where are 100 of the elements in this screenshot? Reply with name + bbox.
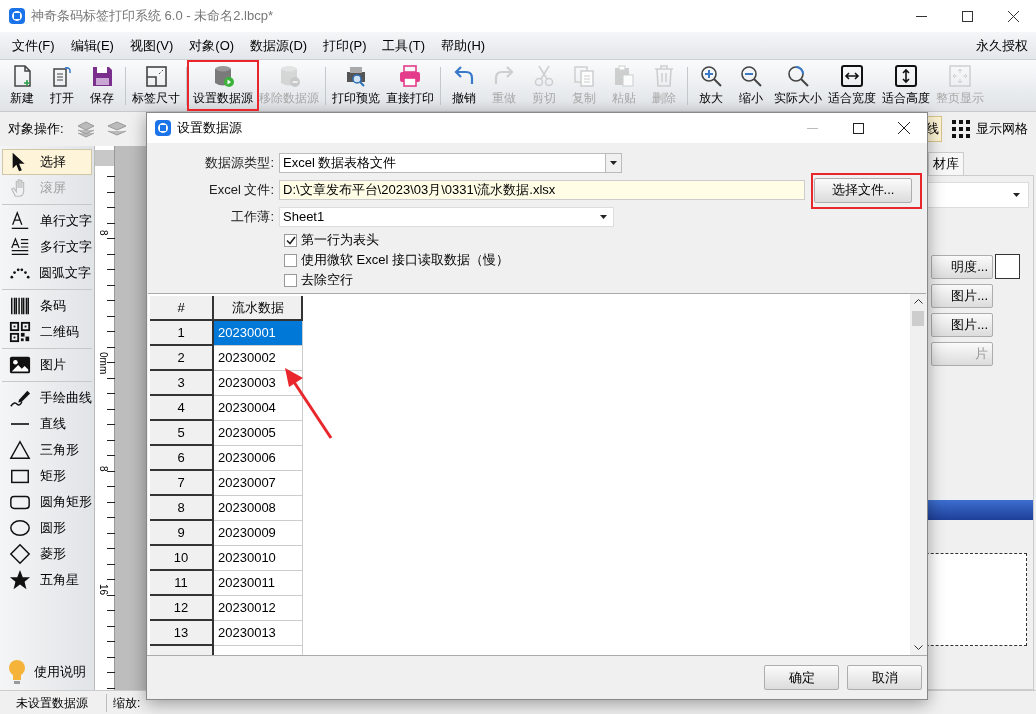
color-swatch[interactable] [995, 254, 1020, 279]
tool-button[interactable]: 多行文字 [2, 234, 92, 260]
panel-tab[interactable]: 材库 [928, 152, 964, 175]
maximize-icon [852, 122, 864, 134]
tool-button[interactable]: 直线 [2, 411, 92, 437]
copy-icon [572, 64, 596, 88]
checkbox[interactable] [284, 253, 297, 267]
row-header[interactable]: 9 [150, 521, 214, 546]
tool-button[interactable]: 五角星 [2, 567, 92, 593]
toolbar-button[interactable]: 标签尺寸 [129, 60, 183, 111]
layers-icon[interactable] [105, 120, 128, 138]
workbook-dropdown[interactable]: Sheet1 [279, 207, 614, 227]
checkbox[interactable] [284, 273, 297, 287]
row-header[interactable]: 10 [150, 546, 214, 571]
checkbox-label[interactable]: 第一行为表头 [301, 230, 379, 250]
tool-button[interactable]: 圆弧文字 [2, 260, 92, 286]
help-link[interactable]: 使用说明 [34, 662, 86, 682]
tool-button[interactable]: 二维码 [2, 319, 92, 345]
ok-button[interactable]: 确定 [764, 665, 839, 690]
menu-item[interactable]: 编辑(E) [62, 35, 122, 56]
tool-button[interactable]: 选择 [2, 149, 92, 175]
window-title: 神奇条码标签打印系统 6.0 - 未命名2.lbcp* [31, 7, 273, 26]
file-path-field[interactable]: D:\文章发布平台\2023\03月\0331\流水数据.xlsx [279, 180, 805, 200]
row-header[interactable]: 13 [150, 621, 214, 646]
menu-item[interactable]: 工具(T) [374, 35, 434, 56]
tool-button[interactable]: 条码 [2, 293, 92, 319]
panel-button[interactable]: 图片... [931, 313, 993, 337]
menu-item[interactable]: 对象(O) [181, 35, 243, 56]
scrollbar-thumb[interactable] [912, 311, 924, 326]
open-document-icon [50, 64, 74, 88]
zoom-label: 缩放: [113, 694, 141, 712]
dropdown-arrow-icon [600, 215, 607, 219]
scroll-up-icon[interactable] [913, 299, 923, 304]
scroll-down-icon[interactable] [913, 645, 923, 650]
column-header[interactable]: 流水数据 [214, 296, 303, 321]
show-grid-button[interactable]: 显示网格 [950, 116, 1030, 142]
table-cell[interactable]: 20230003 [214, 371, 303, 396]
row-header[interactable]: 3 [150, 371, 214, 396]
column-header[interactable]: # [150, 296, 214, 321]
row-header[interactable]: 2 [150, 346, 214, 371]
table-cell[interactable]: 20230009 [214, 521, 303, 546]
row-header[interactable]: 1 [150, 321, 214, 346]
row-header[interactable]: 6 [150, 446, 214, 471]
menu-item[interactable]: 数据源(D) [242, 35, 316, 56]
maximize-icon [961, 10, 973, 22]
tool-button[interactable]: 三角形 [2, 437, 92, 463]
row-header[interactable]: 12 [150, 596, 214, 621]
toolbar-button[interactable]: 保存 [82, 60, 122, 111]
checkbox-label[interactable]: 去除空行 [301, 270, 353, 290]
row-header[interactable]: 5 [150, 421, 214, 446]
row-header[interactable]: 8 [150, 496, 214, 521]
table-cell[interactable]: 20230012 [214, 596, 303, 621]
toolbar-button[interactable]: 直接打印 [383, 60, 437, 111]
row-header[interactable]: 4 [150, 396, 214, 421]
table-cell[interactable]: 20230004 [214, 396, 303, 421]
table-cell[interactable]: 20230008 [214, 496, 303, 521]
menu-item[interactable]: 文件(F) [4, 35, 63, 56]
menu-item[interactable]: 帮助(H) [433, 35, 494, 56]
toolbar-button[interactable]: 打开 [42, 60, 82, 111]
license-label[interactable]: 永久授权 [976, 35, 1028, 56]
toolbar-button[interactable]: 适合宽度 [825, 60, 879, 111]
toolbar-button[interactable]: 放大 [691, 60, 731, 111]
tool-button[interactable]: 矩形 [2, 463, 92, 489]
checkbox-label[interactable]: 使用微软 Excel 接口读取数据（慢） [301, 250, 509, 270]
table-cell[interactable]: 20230002 [214, 346, 303, 371]
tool-button[interactable]: 手绘曲线 [2, 385, 92, 411]
table-cell[interactable]: 20230001 [214, 321, 303, 346]
panel-button[interactable]: 图片... [931, 284, 993, 308]
table-cell[interactable]: 20230005 [214, 421, 303, 446]
menu-item[interactable]: 视图(V) [121, 35, 182, 56]
table-cell[interactable]: 20230007 [214, 471, 303, 496]
panel-button[interactable]: 明度... [931, 254, 993, 279]
toolbar-button[interactable]: 实际大小 [771, 60, 825, 111]
tool-button[interactable]: 图片 [2, 352, 92, 378]
type-combo[interactable]: Excel 数据表格文件 [279, 153, 622, 173]
row-header[interactable]: 11 [150, 571, 214, 596]
table-cell[interactable]: 20230013 [214, 621, 303, 646]
ruler-label: 16 [98, 584, 108, 596]
diamond-icon [9, 543, 31, 565]
toolbar-button[interactable]: 适合高度 [879, 60, 933, 111]
toolbar-button[interactable]: 撤销 [444, 60, 484, 111]
cancel-button[interactable]: 取消 [847, 665, 922, 690]
tool-button[interactable]: 单行文字 [2, 208, 92, 234]
toolbar-button[interactable]: 新建 [2, 60, 42, 111]
choose-file-button[interactable]: 选择文件... [814, 177, 912, 203]
tool-button[interactable]: 菱形 [2, 541, 92, 567]
checkbox[interactable] [284, 233, 297, 247]
toolbar-button[interactable]: 设置数据源 [190, 60, 256, 111]
lightbulb-icon [8, 660, 26, 684]
table-cell[interactable]: 20230011 [214, 571, 303, 596]
menu-item[interactable]: 打印(P) [315, 35, 375, 56]
tool-button[interactable]: 圆角矩形 [2, 489, 92, 515]
highlight-frame [187, 60, 259, 111]
table-cell[interactable]: 20230006 [214, 446, 303, 471]
tool-button[interactable]: 圆形 [2, 515, 92, 541]
toolbar-button[interactable]: 打印预览 [329, 60, 383, 111]
barcode-icon [9, 295, 31, 317]
row-header[interactable]: 7 [150, 471, 214, 496]
toolbar-button[interactable]: 缩小 [731, 60, 771, 111]
table-cell[interactable]: 20230010 [214, 546, 303, 571]
